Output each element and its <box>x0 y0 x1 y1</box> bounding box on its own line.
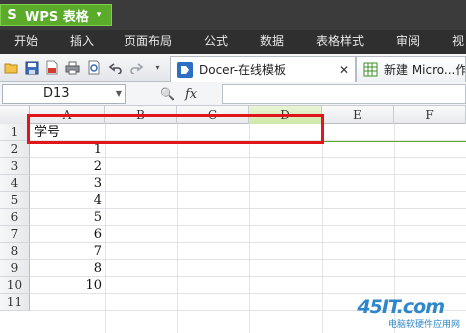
title-bar: S WPS 表格 ▾ <box>0 0 466 30</box>
formula-tools: 🔍 fx <box>160 84 220 104</box>
cell-a11[interactable] <box>30 294 105 311</box>
name-box-value: D13 <box>43 86 70 101</box>
table-row: 4 <box>30 192 466 209</box>
print-preview-icon[interactable] <box>86 60 101 75</box>
tab-new-worksheet[interactable]: 新建 Micro...作表 <box>356 56 466 82</box>
formula-input[interactable] <box>222 84 466 104</box>
table-row: 6 <box>30 226 466 243</box>
menu-bar: 开始 插入 页面布局 公式 数据 表格样式 审阅 视 <box>0 30 466 54</box>
wps-logo-icon: S <box>7 7 17 23</box>
tab-label: 新建 Micro...作表 <box>384 63 465 77</box>
row-header-10[interactable]: 10 <box>0 277 30 294</box>
docer-icon <box>177 61 193 78</box>
cell-a9[interactable]: 8 <box>30 260 105 277</box>
tab-docer-templates[interactable]: Docer-在线模板 ✕ <box>170 56 356 82</box>
row-header-1[interactable]: 1 <box>0 124 30 141</box>
row-header-11[interactable]: 11 <box>0 294 30 311</box>
print-icon[interactable] <box>65 60 80 75</box>
cell-a6[interactable]: 5 <box>30 209 105 226</box>
quick-access-toolbar: ▾ Docer-在线模板 ✕ 新建 Micro...作表 <box>0 54 466 82</box>
menu-insert[interactable]: 插入 <box>70 30 94 54</box>
cell-a4[interactable]: 3 <box>30 175 105 192</box>
table-row: 3 <box>30 175 466 192</box>
cell-a3[interactable]: 2 <box>30 158 105 175</box>
row-header-5[interactable]: 5 <box>0 192 30 209</box>
row-header-4[interactable]: 4 <box>0 175 30 192</box>
column-header-e[interactable]: E <box>322 106 394 124</box>
table-row: 8 <box>30 260 466 277</box>
redo-icon[interactable] <box>128 60 143 75</box>
row-header-9[interactable]: 9 <box>0 260 30 277</box>
fx-icon[interactable]: fx <box>185 87 197 102</box>
menu-table-styles[interactable]: 表格样式 <box>316 30 364 54</box>
table-row: 10 <box>30 277 466 294</box>
formula-bar: D13 ▼ 🔍 fx <box>0 82 466 106</box>
name-box[interactable]: D13 ▼ <box>2 84 126 104</box>
close-icon[interactable]: ✕ <box>339 63 349 77</box>
app-name: WPS 表格 <box>25 9 89 25</box>
menu-data[interactable]: 数据 <box>260 30 284 54</box>
menu-page-layout[interactable]: 页面布局 <box>124 30 172 54</box>
row-header-7[interactable]: 7 <box>0 226 30 243</box>
menu-view[interactable]: 视 <box>452 30 464 54</box>
menu-review[interactable]: 审阅 <box>396 30 420 54</box>
watermark-subtitle: 电脑软硬件应用网 <box>387 320 460 330</box>
save-icon[interactable] <box>24 60 39 75</box>
cell-a8[interactable]: 7 <box>30 243 105 260</box>
highlight-annotation <box>27 114 324 144</box>
open-folder-icon[interactable] <box>4 60 19 75</box>
chevron-down-icon: ▾ <box>96 10 102 20</box>
row-header-8[interactable]: 8 <box>0 243 30 260</box>
chevron-down-icon[interactable]: ▼ <box>116 85 122 103</box>
watermark: 45IT.com 电脑软硬件应用网 <box>344 296 462 330</box>
menu-home[interactable]: 开始 <box>14 30 38 54</box>
column-header-f[interactable]: F <box>394 106 466 124</box>
row-header-6[interactable]: 6 <box>0 209 30 226</box>
zoom-icon[interactable]: 🔍 <box>160 87 175 101</box>
pdf-export-icon[interactable] <box>44 60 59 75</box>
menu-formulas[interactable]: 公式 <box>204 30 228 54</box>
spreadsheet-icon <box>363 62 378 78</box>
row-header-2[interactable]: 2 <box>0 141 30 158</box>
undo-icon[interactable] <box>108 60 123 75</box>
cell-a5[interactable]: 4 <box>30 192 105 209</box>
dropdown-icon[interactable]: ▾ <box>150 60 165 75</box>
table-row: 7 <box>30 243 466 260</box>
select-all-corner[interactable] <box>0 106 30 124</box>
watermark-logo: 45IT.com <box>357 296 445 318</box>
table-row: 2 <box>30 158 466 175</box>
cell-a10[interactable]: 10 <box>30 277 105 294</box>
app-menu-button[interactable]: S WPS 表格 ▾ <box>0 4 112 26</box>
tab-label: Docer-在线模板 <box>199 63 287 77</box>
cell-a7[interactable]: 6 <box>30 226 105 243</box>
row-header-3[interactable]: 3 <box>0 158 30 175</box>
table-row: 5 <box>30 209 466 226</box>
